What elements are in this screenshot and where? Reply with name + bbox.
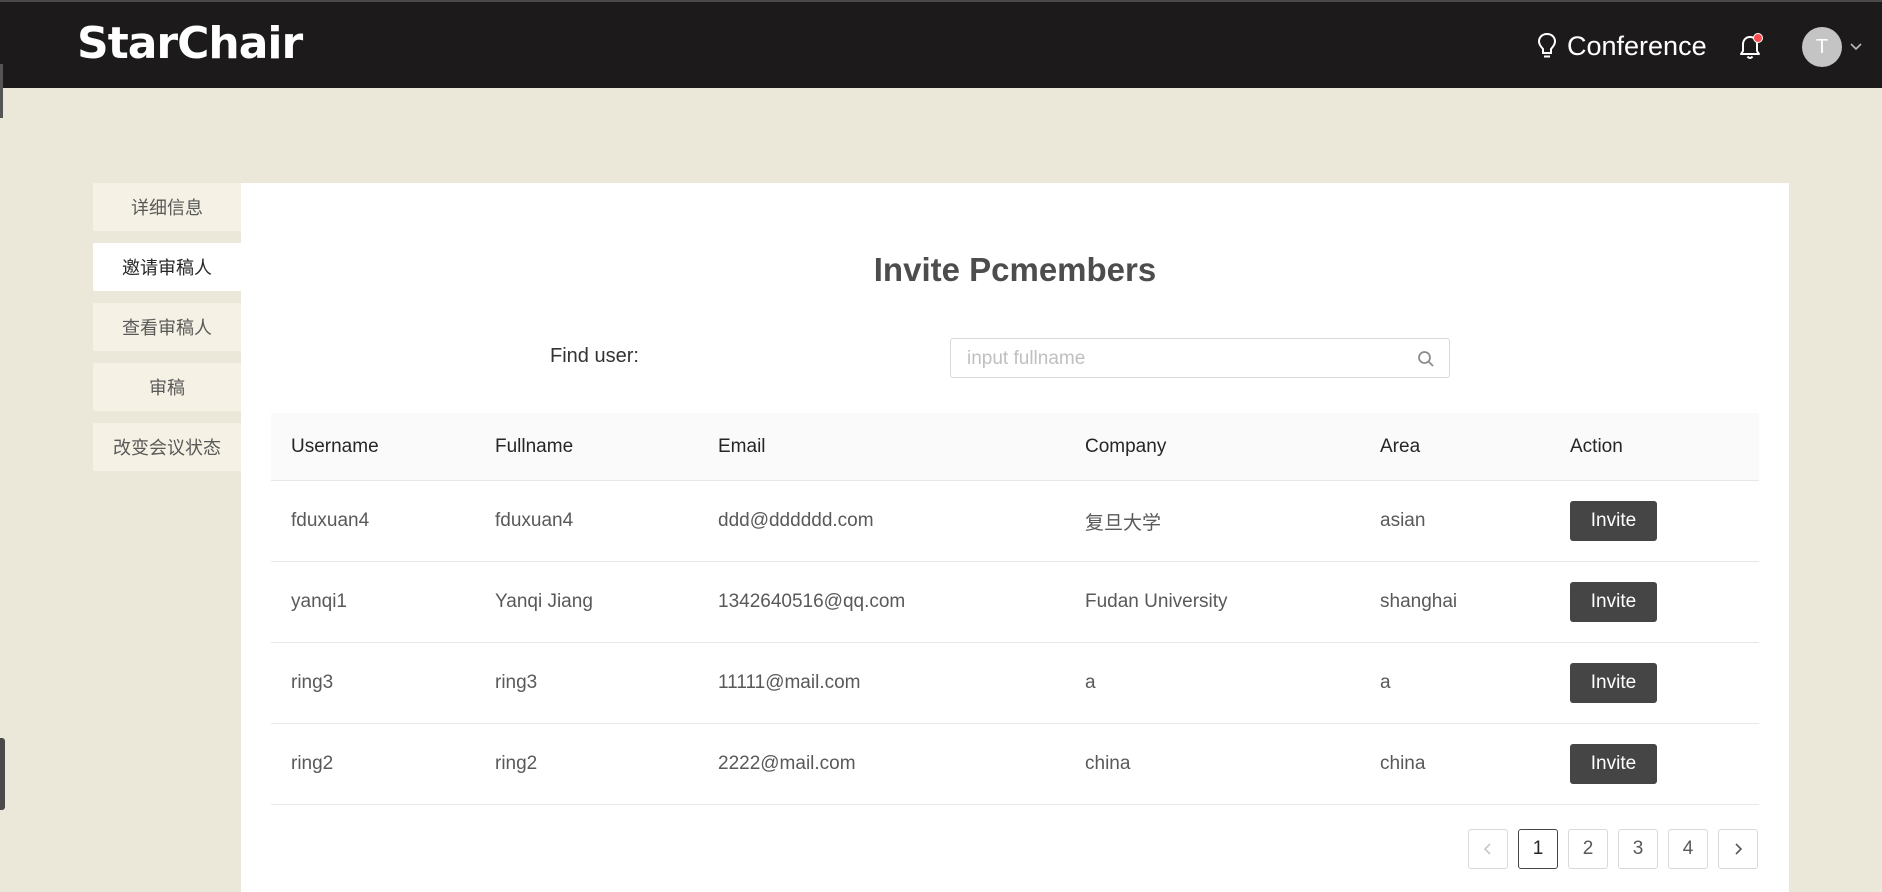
column-header-email: Email — [718, 435, 766, 457]
pagination-prev-button[interactable] — [1468, 829, 1508, 869]
window-edge-handle — [0, 64, 3, 118]
pagination-next-button[interactable] — [1718, 829, 1758, 869]
table-row: fduxuan4 fduxuan4 ddd@dddddd.com 复旦大学 as… — [271, 481, 1759, 562]
conference-nav-link[interactable]: Conference — [1537, 26, 1707, 66]
app-logo[interactable]: StarChair — [77, 18, 303, 69]
column-header-username: Username — [291, 435, 379, 457]
avatar: T — [1802, 27, 1842, 67]
cell-action: Invite — [1550, 501, 1759, 541]
cell-area: shanghai — [1380, 591, 1458, 612]
cell-company: 复旦大学 — [1085, 512, 1162, 534]
cell-fullname: ring3 — [495, 672, 538, 693]
main-panel: Invite Pcmembers Find user: Username Ful… — [241, 183, 1789, 892]
cell-area: china — [1380, 753, 1426, 774]
chevron-right-icon — [1735, 843, 1743, 855]
pagination-page-1[interactable]: 1 — [1518, 829, 1558, 869]
column-header-action: Action — [1570, 435, 1623, 457]
table-row: ring3 ring3 11111@mail.com a a Invite — [271, 643, 1759, 724]
sidebar-item-review[interactable]: 审稿 — [93, 363, 241, 411]
search-input[interactable] — [965, 339, 1409, 379]
cell-company: a — [1085, 672, 1096, 693]
notification-button[interactable] — [1738, 33, 1764, 61]
cell-company: Fudan University — [1085, 591, 1228, 612]
cell-username: yanqi1 — [291, 591, 347, 612]
sidebar-item-change-status[interactable]: 改变会议状态 — [93, 423, 241, 471]
cell-action: Invite — [1550, 663, 1759, 703]
invite-button[interactable]: Invite — [1570, 582, 1657, 622]
cell-area: asian — [1380, 510, 1426, 531]
users-table: Username Fullname Email Company Area Act… — [271, 413, 1759, 805]
cell-fullname: Yanqi Jiang — [495, 591, 593, 612]
cell-company: china — [1085, 753, 1131, 774]
cell-email: 11111@mail.com — [718, 672, 861, 693]
table-row: yanqi1 Yanqi Jiang 1342640516@qq.com Fud… — [271, 562, 1759, 643]
user-menu[interactable]: T — [1802, 27, 1862, 67]
invite-button[interactable]: Invite — [1570, 501, 1657, 541]
top-navbar: StarChair Conference T — [0, 0, 1882, 88]
page-title: Invite Pcmembers — [873, 251, 1157, 288]
pagination-page-4[interactable]: 4 — [1668, 829, 1708, 869]
cell-action: Invite — [1550, 582, 1759, 622]
table-row: ring2 ring2 2222@mail.com china china In… — [271, 724, 1759, 805]
window-edge-handle — [0, 738, 5, 810]
chevron-down-icon — [1850, 43, 1862, 51]
cell-email: 1342640516@qq.com — [718, 591, 906, 612]
sidebar-item-view-reviewers[interactable]: 查看审稿人 — [93, 303, 241, 351]
invite-button[interactable]: Invite — [1570, 744, 1657, 784]
search-icon[interactable] — [1417, 350, 1435, 368]
find-user-label: Find user: — [550, 345, 639, 367]
column-header-fullname: Fullname — [495, 435, 574, 457]
sidebar-item-invite-reviewers[interactable]: 邀请审稿人 — [93, 243, 241, 291]
lightbulb-icon — [1537, 32, 1557, 58]
cell-area: a — [1380, 672, 1391, 693]
cell-username: fduxuan4 — [291, 510, 370, 531]
cell-fullname: fduxuan4 — [495, 510, 574, 531]
table-header: Username Fullname Email Company Area Act… — [271, 413, 1759, 481]
column-header-company: Company — [1085, 435, 1167, 457]
cell-fullname: ring2 — [495, 753, 538, 774]
search-box — [950, 338, 1450, 379]
cell-username: ring2 — [291, 753, 334, 774]
sidebar: 详细信息 邀请审稿人 查看审稿人 审稿 改变会议状态 — [93, 183, 241, 483]
chevron-left-icon — [1483, 843, 1491, 855]
cell-username: ring3 — [291, 672, 334, 693]
sidebar-item-details[interactable]: 详细信息 — [93, 183, 241, 231]
column-header-area: Area — [1380, 435, 1421, 457]
conference-nav-label: Conference — [1567, 30, 1707, 61]
pagination-page-3[interactable]: 3 — [1618, 829, 1658, 869]
pagination: 1 2 3 4 — [1468, 829, 1758, 869]
invite-button[interactable]: Invite — [1570, 663, 1657, 703]
pagination-page-2[interactable]: 2 — [1568, 829, 1608, 869]
cell-action: Invite — [1550, 744, 1759, 784]
notification-badge — [1753, 33, 1763, 43]
cell-email: 2222@mail.com — [718, 753, 856, 774]
cell-email: ddd@dddddd.com — [718, 510, 874, 531]
